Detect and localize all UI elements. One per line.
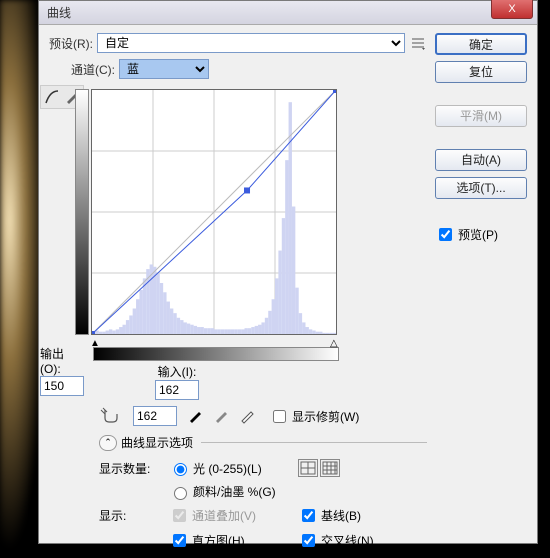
options-button[interactable]: 选项(T)... [435,177,527,199]
input-label: 输入(I): [158,363,197,380]
input-field-2[interactable] [133,406,177,426]
grid-small-icon[interactable] [298,459,318,477]
show-histogram-checkbox[interactable]: 直方图(H) [169,531,298,550]
disclosure-toggle[interactable]: ⌃ [99,435,117,451]
curve-tool-icon[interactable] [43,88,61,106]
show-baseline-checkbox[interactable]: 基线(B) [298,506,427,525]
curves-dialog: 曲线 X 预设(R): 自定 通道(C): 蓝 [38,0,538,544]
input-field[interactable] [155,380,199,400]
white-point-slider[interactable]: △ [330,338,340,348]
disclosure-label: 曲线显示选项 [121,434,193,451]
show-amount-label: 显示数量: [99,460,169,477]
titlebar[interactable]: 曲线 X [39,1,537,25]
preset-select[interactable]: 自定 [97,33,405,53]
target-adjust-icon[interactable] [99,406,123,426]
smooth-button: 平滑(M) [435,105,527,127]
input-gradient [93,347,339,361]
divider [201,442,427,443]
show-intersect-checkbox[interactable]: 交叉线(N) [298,531,427,550]
black-point-slider[interactable]: ▲ [90,338,100,348]
gray-dropper-icon[interactable] [213,406,233,426]
channel-select[interactable]: 蓝 [119,59,209,79]
grid-large-icon[interactable] [320,459,340,477]
amount-pigment-radio[interactable]: 颜料/油墨 %(G) [169,483,298,500]
preset-label: 预设(R): [49,35,93,52]
reset-button[interactable]: 复位 [435,61,527,83]
black-dropper-icon[interactable] [187,406,207,426]
preview-checkbox[interactable]: 预览(P) [435,225,527,244]
dialog-title: 曲线 [47,6,71,20]
auto-button[interactable]: 自动(A) [435,149,527,171]
show-clipping-checkbox[interactable]: 显示修剪(W) [269,407,359,426]
white-dropper-icon[interactable] [239,406,259,426]
amount-light-radio[interactable]: 光 (0-255)(L) [169,460,298,477]
ok-button[interactable]: 确定 [435,33,527,55]
preset-menu-icon[interactable] [409,34,427,52]
show-label: 显示: [99,507,169,524]
curve-canvas[interactable]: ▲ △ [91,89,337,335]
close-button[interactable]: X [491,0,533,19]
channel-label: 通道(C): [71,61,115,78]
output-gradient [75,89,89,335]
show-overlay-checkbox[interactable]: 通道叠加(V) [169,506,298,525]
